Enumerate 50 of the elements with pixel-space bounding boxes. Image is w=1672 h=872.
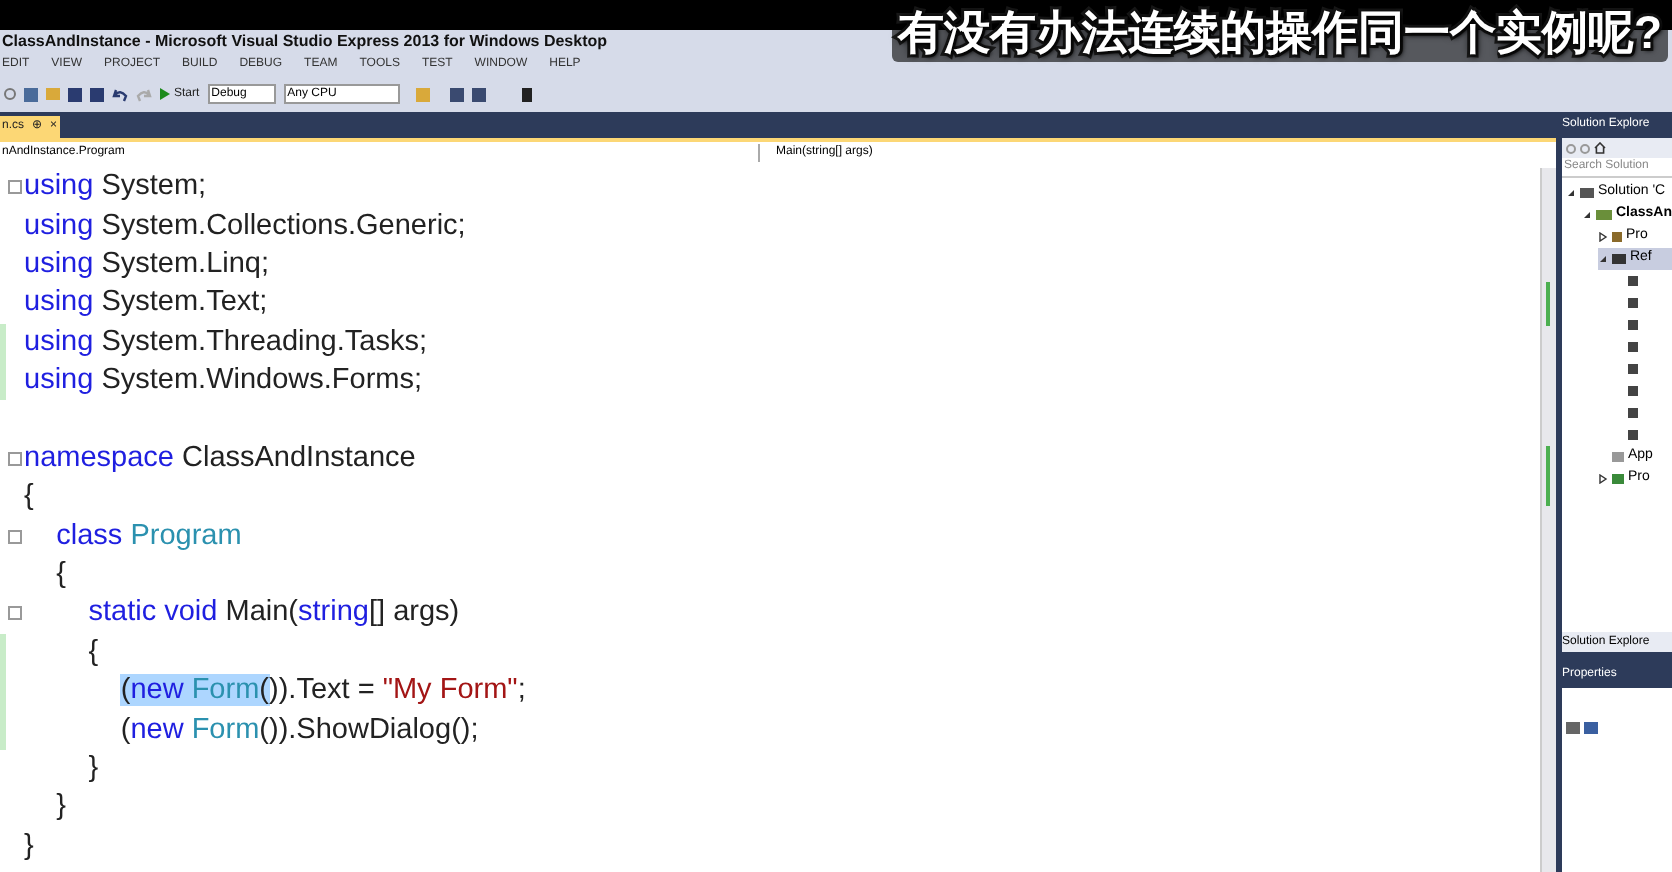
categorized-icon[interactable] <box>1565 722 1580 734</box>
collapse-icon[interactable] <box>8 180 22 195</box>
code-line: } <box>54 788 66 827</box>
item-icon <box>1611 232 1622 242</box>
code-line: (new Form()).ShowDialog(); <box>118 711 479 750</box>
reference-icon <box>1627 364 1638 374</box>
sort-icon[interactable] <box>1583 722 1598 734</box>
code-line: static void Main(string[] args) <box>86 594 460 633</box>
change-mark <box>1546 282 1551 326</box>
code-line: using System.Linq; <box>24 245 270 284</box>
code-line: namespace ClassAndInstance <box>24 439 416 478</box>
code-line: using System.Threading.Tasks; <box>24 323 427 362</box>
code-line: } <box>24 827 34 866</box>
save-all-icon[interactable] <box>90 87 104 101</box>
expander-icon[interactable] <box>1565 188 1576 198</box>
save-icon[interactable] <box>68 87 82 101</box>
expander-icon[interactable] <box>1597 232 1608 242</box>
reference-icon <box>1627 408 1638 418</box>
collapse-icon[interactable] <box>8 451 22 466</box>
code-line: { <box>54 556 66 595</box>
collapse-icon[interactable] <box>8 529 22 544</box>
code-line: class Program <box>54 517 242 556</box>
expander-icon[interactable] <box>1597 254 1608 264</box>
collapse-icon[interactable] <box>8 606 22 621</box>
code-line: { <box>86 633 99 672</box>
code-line: } <box>86 750 99 789</box>
reference-icon <box>1627 386 1638 396</box>
undo-icon[interactable] <box>112 87 128 101</box>
code-line: using System.Windows.Forms; <box>24 362 423 401</box>
reference-icon <box>1627 320 1638 330</box>
expander-icon[interactable] <box>1581 210 1592 220</box>
code-line: using System.Collections.Generic; <box>24 207 466 246</box>
back-icon[interactable] <box>4 88 16 100</box>
expander-icon[interactable] <box>1597 474 1608 484</box>
play-icon <box>160 88 170 100</box>
scrollbar[interactable] <box>1539 168 1556 872</box>
code-editor[interactable] <box>0 162 1556 872</box>
bookmark-icon[interactable] <box>521 87 532 101</box>
new-project-icon[interactable] <box>24 87 38 101</box>
reference-icon <box>1627 276 1638 286</box>
window-title: ClassAndInstance - Microsoft Visual Studio Express 2013 for Windows Desktop <box>0 30 608 54</box>
code-line: using System; <box>24 168 207 207</box>
reference-icon <box>1627 342 1638 352</box>
code-line: (new Form()).Text = "My Form"; <box>118 672 526 711</box>
code-line: using System.Text; <box>24 284 268 323</box>
code-line: { <box>24 478 34 517</box>
reference-icon <box>1627 298 1638 308</box>
change-mark <box>1546 446 1551 506</box>
home-icon[interactable] <box>1593 142 1606 154</box>
reference-icon <box>1627 430 1638 440</box>
